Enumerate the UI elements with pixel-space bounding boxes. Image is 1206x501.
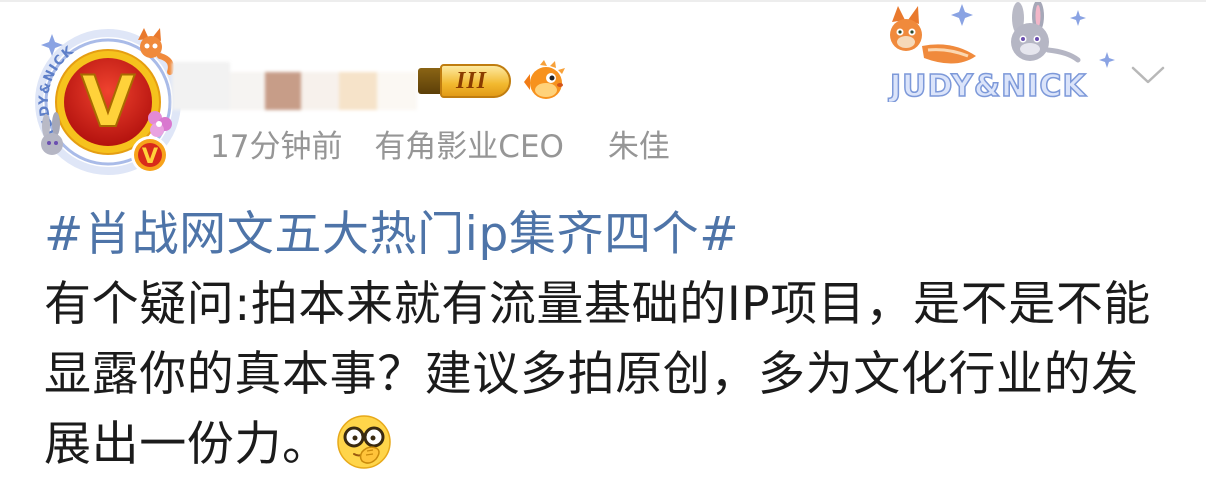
bunny-icon <box>1011 2 1081 63</box>
username-blur-block <box>230 72 265 110</box>
post-content: #肖战网文五大热门ip集齐四个# 有个疑问:拍本来就有流量基础的IP项目，是不是… <box>44 200 1184 480</box>
username-blur-block <box>265 72 301 110</box>
username-blur-block <box>172 62 230 110</box>
level-badge[interactable]: III <box>418 64 512 98</box>
decoration-card: JUDY&NICK <box>887 2 1115 102</box>
chevron-down-icon[interactable] <box>1130 64 1166 86</box>
post-body-line: 展出一份力。 <box>44 417 330 472</box>
username-blur-block <box>377 72 417 110</box>
hashtag-link[interactable]: #肖战网文五大热门ip集齐四个# <box>44 207 739 262</box>
hashtag-line: #肖战网文五大热门ip集齐四个# <box>44 200 1184 270</box>
glasses-face-emoji <box>336 415 391 469</box>
level-badge-wing <box>418 68 440 94</box>
decoration-card-text: JUDY&NICK <box>888 69 1087 102</box>
avatar-letter: V <box>81 61 135 143</box>
pufferfish-icon[interactable] <box>520 60 570 104</box>
post-body-last-line: 展出一份力。 <box>44 410 1184 480</box>
post-meta: 17分钟前 有角影业CEO 朱佳 <box>210 127 670 167</box>
post-time: 17分钟前 <box>210 129 343 165</box>
level-badge-label: III <box>440 64 512 98</box>
username[interactable] <box>172 58 418 114</box>
verified-name: 朱佳 <box>607 129 670 165</box>
verified-badge-letter: V <box>142 144 159 168</box>
post-body-line: 显露你的真本事？建议多拍原创，多为文化行业的发 <box>44 347 1139 402</box>
username-blur-block <box>301 72 339 110</box>
post-body-line: 有个疑问:拍本来就有流量基础的IP项目，是不是不能 <box>44 277 1152 332</box>
weibo-post-card: JUDY&NICK V <box>0 0 1206 501</box>
verified-title: 有角影业CEO <box>374 129 564 165</box>
username-blur-block <box>339 72 377 110</box>
